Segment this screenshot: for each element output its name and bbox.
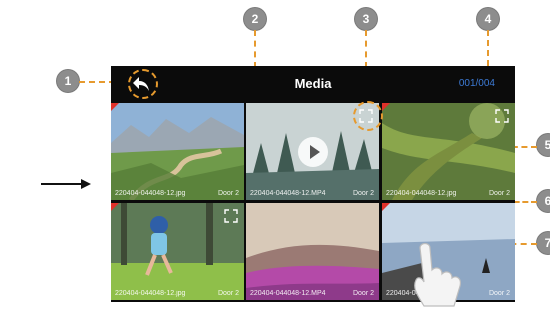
tile-door-label: Door 2	[352, 190, 374, 197]
page-title: Media	[294, 76, 332, 91]
tile-caption: 220404-044048-12.jpg	[386, 190, 457, 197]
thumbnail-image	[246, 203, 379, 300]
corner-marker	[382, 203, 390, 211]
media-tile[interactable]: 220404-044048-12.jpg Door 2	[382, 103, 515, 200]
play-icon[interactable]	[297, 136, 328, 167]
callout-4: 4	[477, 8, 499, 30]
tile-door-label: Door 2	[488, 290, 510, 297]
corner-marker	[382, 103, 390, 111]
tile-door-label: Door 2	[352, 290, 374, 297]
media-tile[interactable]: 220404-044048-12.MP4 Door 2	[246, 203, 379, 300]
callout-3-label: 3	[362, 12, 370, 26]
hand-pointer-icon	[414, 242, 461, 307]
tile-door-label: Door 2	[488, 190, 510, 197]
tile-door-label: Door 2	[217, 290, 239, 297]
callout-1-label: 1	[64, 74, 72, 88]
tile-caption: 220404-044048-12.jpg	[115, 190, 186, 197]
tile-door-label: Door 2	[217, 190, 239, 197]
callout-4-label: 4	[484, 12, 492, 26]
thumbnail-image	[111, 103, 244, 200]
callout-5: 5	[537, 134, 550, 156]
select-frame-icon[interactable]	[224, 209, 238, 223]
callout-7-label: 7	[544, 236, 550, 250]
tile-caption: 220404-044048-12.MP4	[250, 190, 326, 197]
callout-1-ring	[128, 69, 158, 99]
tile-caption: 220404-044048-12.MP4	[250, 290, 326, 297]
callout-6: 6	[537, 190, 550, 212]
callout-5-label: 5	[544, 138, 550, 152]
corner-marker	[111, 103, 119, 111]
corner-marker	[111, 203, 119, 211]
callout-3-ring	[353, 101, 383, 131]
callout-2-label: 2	[251, 12, 259, 26]
callout-7: 7	[537, 232, 550, 254]
callout-1: 1	[57, 70, 79, 92]
media-tile[interactable]: 220404-044048-12.jpg Door 2	[111, 103, 244, 200]
arrow-right-icon	[41, 179, 91, 189]
callout-6-label: 6	[544, 194, 550, 208]
tile-caption: 220404-044048-12.jpg	[115, 290, 186, 297]
media-tile[interactable]: 220404-044048-12.jpg Door 2	[111, 203, 244, 300]
select-frame-icon[interactable]	[495, 109, 509, 123]
media-counter: 001/004	[458, 78, 495, 89]
callout-2: 2	[244, 8, 266, 30]
top-bar: Media 001/004	[111, 66, 515, 103]
callout-3: 3	[355, 8, 377, 30]
